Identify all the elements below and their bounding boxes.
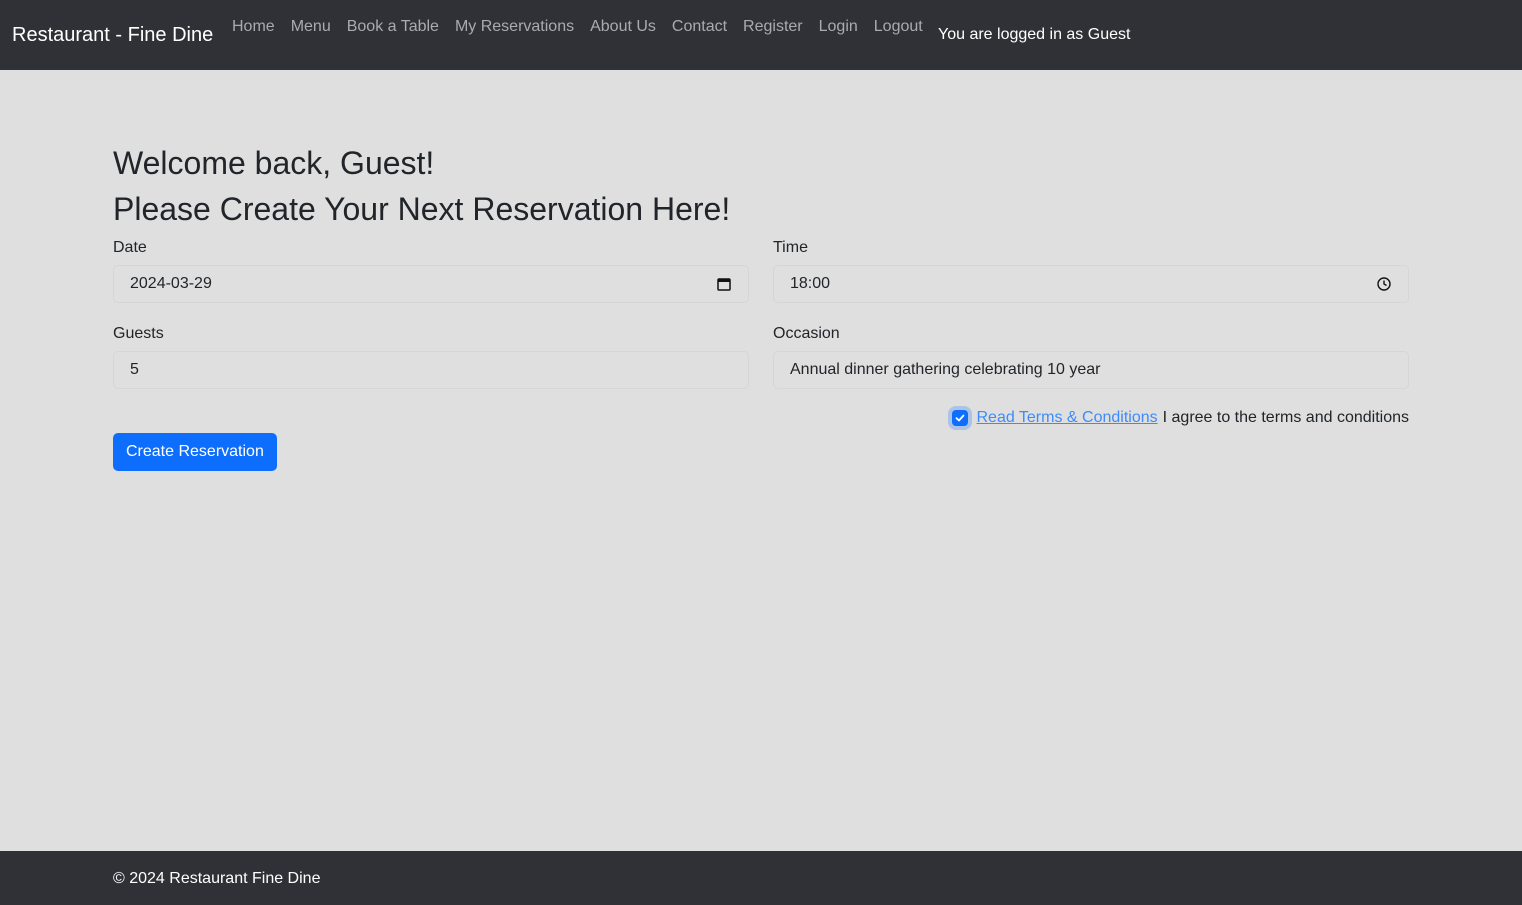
reservation-form: Welcome back, Guest! Please Create Your … xyxy=(113,140,1409,471)
terms-link[interactable]: Read Terms & Conditions xyxy=(977,409,1158,427)
calendar-icon[interactable] xyxy=(716,276,732,292)
guests-value: 5 xyxy=(130,361,139,378)
occasion-input[interactable]: Annual dinner gathering celebrating 10 y… xyxy=(773,351,1409,389)
occasion-value: Annual dinner gathering celebrating 10 y… xyxy=(790,361,1101,378)
footer: © 2024 Restaurant Fine Dine xyxy=(0,851,1522,905)
nav-links: Home Menu Book a Table My Reservations A… xyxy=(224,14,931,40)
brand-logo[interactable]: Restaurant - Fine Dine xyxy=(12,22,213,48)
nav-link-book-a-table[interactable]: Book a Table xyxy=(339,14,447,40)
terms-checkbox[interactable] xyxy=(951,410,968,426)
nav-link-logout[interactable]: Logout xyxy=(866,14,931,40)
nav-link-register[interactable]: Register xyxy=(735,14,811,40)
footer-copyright: © 2024 Restaurant Fine Dine xyxy=(113,870,321,887)
date-field: Date 2024-03-29 xyxy=(113,238,749,303)
nav-link-login[interactable]: Login xyxy=(811,14,866,40)
time-label: Time xyxy=(773,239,808,256)
page-title: Please Create Your Next Reservation Here… xyxy=(113,191,731,227)
nav-link-about-us[interactable]: About Us xyxy=(582,14,664,40)
login-status: You are logged in as Guest xyxy=(938,26,1131,43)
navbar: Restaurant - Fine Dine Home Menu Book a … xyxy=(0,0,1522,70)
time-field: Time 18:00 xyxy=(773,238,1409,303)
nav-link-home[interactable]: Home xyxy=(224,14,283,40)
clock-icon[interactable] xyxy=(1376,276,1392,292)
time-value: 18:00 xyxy=(790,275,831,292)
create-reservation-button[interactable]: Create Reservation xyxy=(113,433,277,471)
terms-agreement: Read Terms & Conditions I agree to the t… xyxy=(951,409,1409,427)
occasion-field: Occasion Annual dinner gathering celebra… xyxy=(773,324,1409,389)
guests-field: Guests 5 xyxy=(113,324,749,389)
guests-label: Guests xyxy=(113,325,164,342)
date-label: Date xyxy=(113,239,147,256)
nav-link-my-reservations[interactable]: My Reservations xyxy=(447,14,582,40)
time-input[interactable]: 18:00 xyxy=(773,265,1409,303)
checkmark-icon xyxy=(955,414,964,422)
welcome-heading: Welcome back, Guest! xyxy=(113,145,435,181)
date-value: 2024-03-29 xyxy=(130,275,212,292)
occasion-label: Occasion xyxy=(773,325,840,342)
date-input[interactable]: 2024-03-29 xyxy=(113,265,749,303)
guests-input[interactable]: 5 xyxy=(113,351,749,389)
nav-link-menu[interactable]: Menu xyxy=(283,14,339,40)
nav-link-contact[interactable]: Contact xyxy=(664,14,735,40)
terms-text: I agree to the terms and conditions xyxy=(1162,409,1409,426)
